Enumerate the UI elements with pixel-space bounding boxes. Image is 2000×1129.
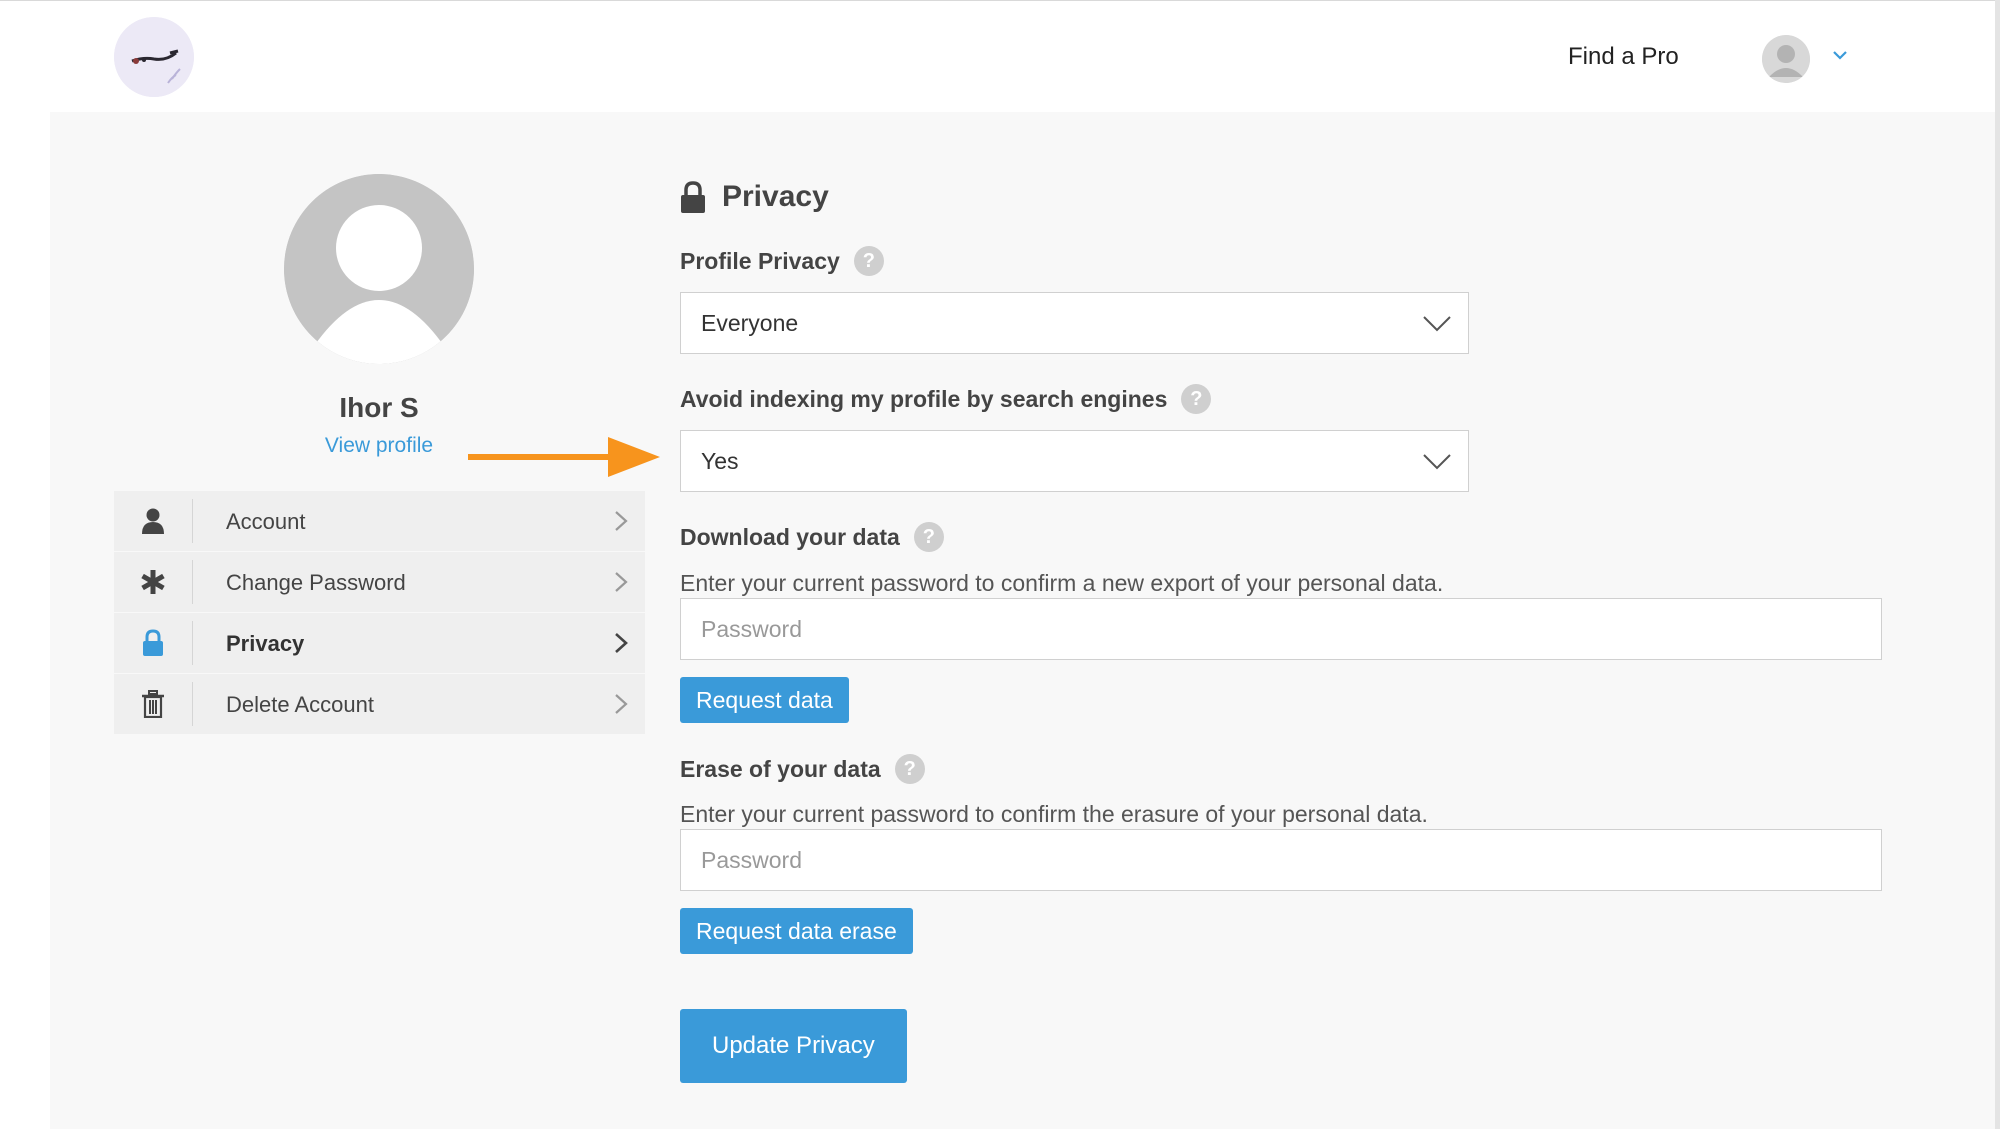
sidebar-divider	[192, 621, 193, 665]
chevron-down-icon	[1423, 316, 1451, 332]
lock-icon	[681, 181, 705, 213]
sidebar-divider	[192, 560, 193, 604]
download-password-input[interactable]	[680, 598, 1882, 660]
chevron-down-icon	[1423, 454, 1451, 470]
user-avatar[interactable]	[1762, 35, 1810, 83]
chevron-right-icon	[615, 572, 628, 592]
chevron-right-icon	[615, 511, 628, 531]
help-icon[interactable]: ?	[1181, 384, 1212, 414]
user-icon	[114, 491, 192, 551]
page-title: Privacy	[680, 180, 829, 214]
field-label-text: Profile Privacy	[680, 247, 840, 274]
settings-sidebar: Account Change Password Privacy Delete A…	[114, 491, 645, 735]
download-data-description: Enter your current password to confirm a…	[680, 570, 1444, 596]
field-label-text: Avoid indexing my profile by search engi…	[680, 385, 1168, 412]
window-edge	[1995, 0, 2000, 1129]
erase-data-label: Erase of your data ?	[680, 754, 925, 784]
sidebar-item-label: Privacy	[226, 631, 305, 656]
asterisk-icon	[114, 552, 192, 612]
lock-icon	[114, 613, 192, 673]
help-icon[interactable]: ?	[853, 246, 884, 276]
sidebar-divider	[192, 499, 193, 543]
sidebar-item-delete-account[interactable]: Delete Account	[114, 674, 645, 734]
erase-data-description: Enter your current password to confirm t…	[680, 801, 1428, 827]
help-icon[interactable]: ?	[913, 522, 944, 552]
sidebar-item-label: Change Password	[226, 570, 406, 595]
profile-name: Ihor S	[339, 392, 419, 423]
chevron-down-icon[interactable]	[1830, 45, 1850, 65]
sidebar-item-account[interactable]: Account	[114, 491, 645, 551]
sidebar-item-privacy[interactable]: Privacy	[114, 613, 645, 673]
avatar-placeholder-icon	[284, 174, 474, 364]
select-value: Everyone	[701, 310, 799, 336]
trash-icon	[114, 674, 192, 734]
request-data-erase-button[interactable]: Request data erase	[680, 908, 913, 954]
annotation-arrow-icon	[468, 437, 660, 477]
field-label-text: Download your data	[680, 523, 900, 550]
chevron-right-icon	[615, 633, 628, 653]
chevron-right-icon	[615, 694, 628, 714]
site-logo[interactable]	[114, 17, 194, 97]
sidebar-item-label: Account	[226, 509, 306, 534]
avatar-placeholder-icon	[1762, 35, 1810, 83]
profile-avatar	[284, 174, 474, 364]
sidebar-divider	[192, 682, 193, 726]
profile-privacy-select[interactable]: Everyone	[680, 292, 1469, 354]
request-data-button[interactable]: Request data	[680, 677, 849, 723]
field-label-text: Erase of your data	[680, 755, 881, 782]
avoid-indexing-select[interactable]: Yes	[680, 430, 1469, 492]
sidebar-item-label: Delete Account	[226, 692, 374, 717]
erase-password-input[interactable]	[680, 829, 1882, 891]
top-navbar: Find a Pro	[0, 0, 2000, 112]
update-privacy-button[interactable]: Update Privacy	[680, 1009, 907, 1083]
sidebar-item-change-password[interactable]: Change Password	[114, 552, 645, 612]
download-data-label: Download your data ?	[680, 522, 944, 552]
help-icon[interactable]: ?	[894, 754, 925, 784]
page-margin	[0, 112, 50, 1129]
view-profile-link[interactable]: View profile	[279, 434, 479, 458]
select-value: Yes	[701, 448, 739, 474]
page-title-text: Privacy	[722, 180, 829, 213]
find-a-pro-link[interactable]: Find a Pro	[1568, 43, 1679, 71]
avoid-indexing-label: Avoid indexing my profile by search engi…	[680, 384, 1212, 414]
logo-illustration-icon	[114, 17, 194, 97]
profile-privacy-label: Profile Privacy ?	[680, 246, 884, 276]
